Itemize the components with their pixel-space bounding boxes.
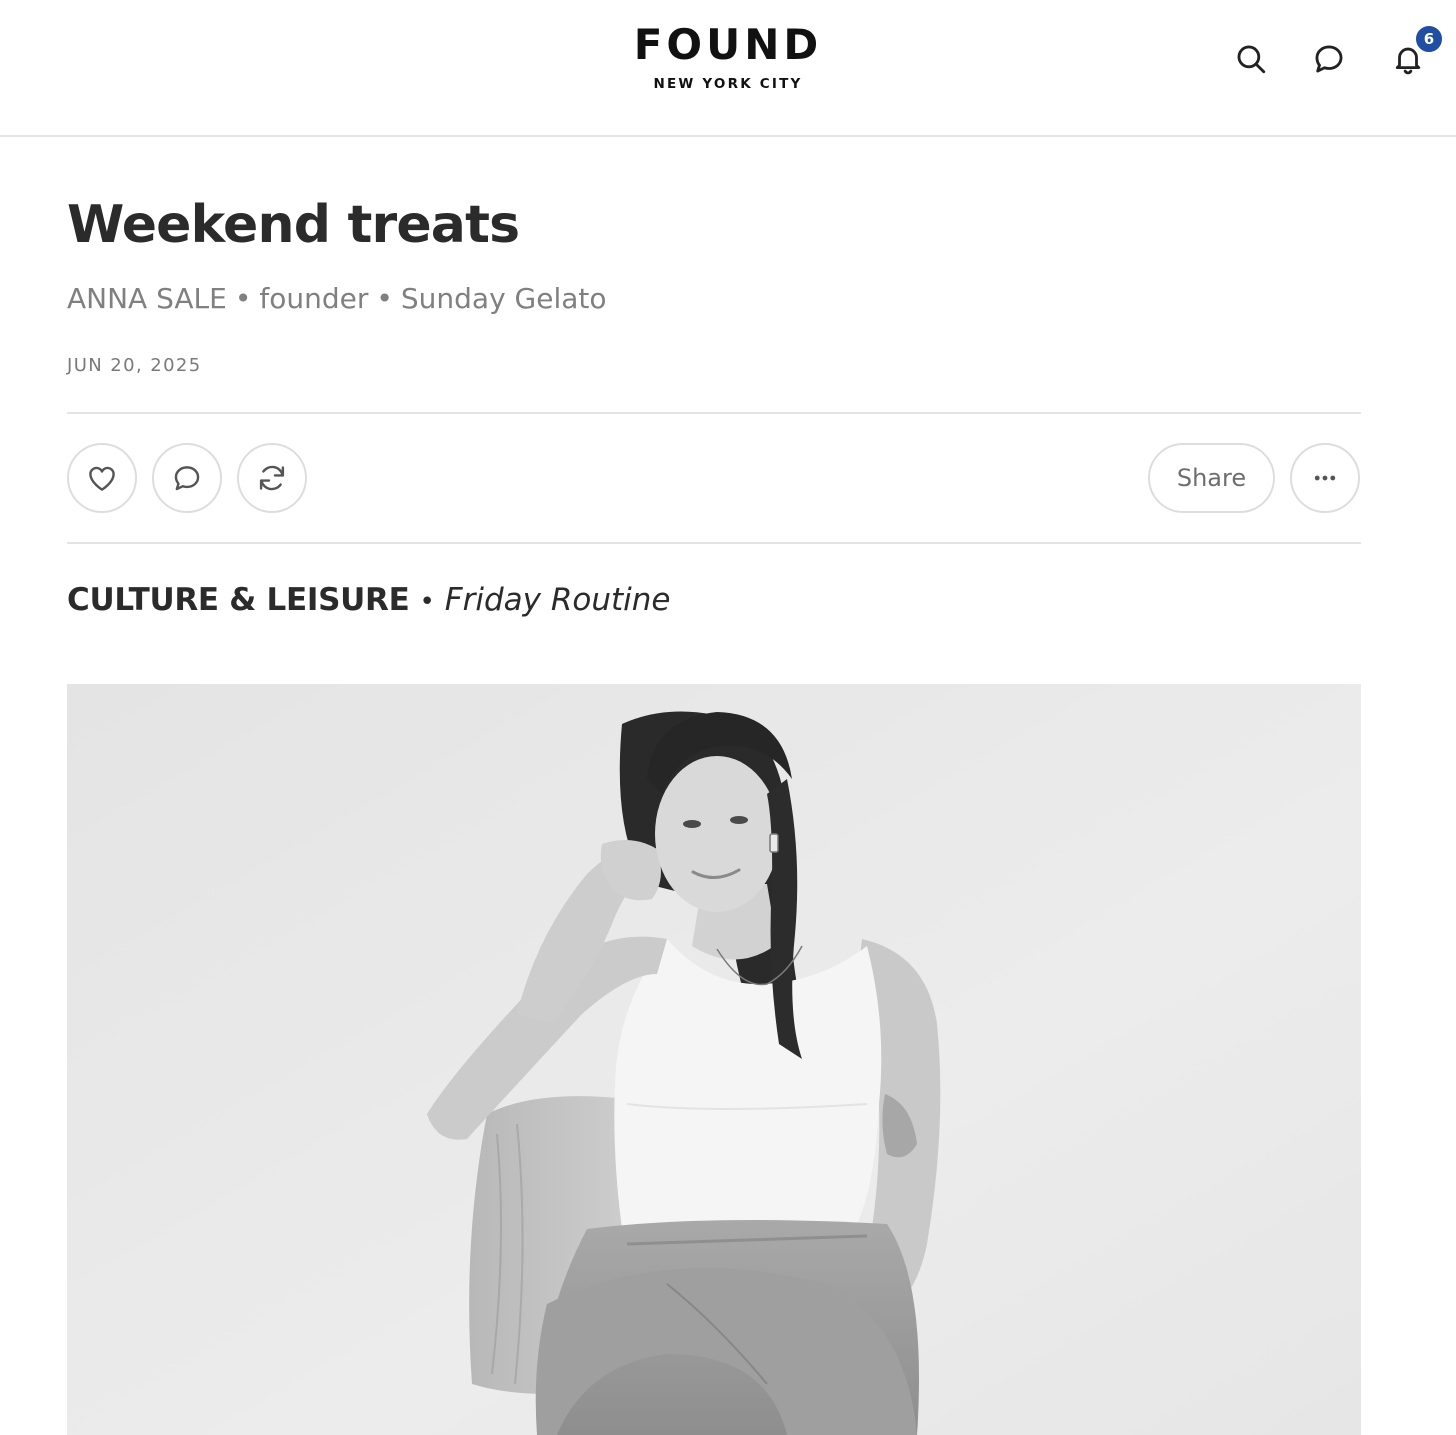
byline: ANNA SALE • founder • Sunday Gelato (67, 280, 607, 318)
restack-button[interactable] (237, 443, 307, 513)
search-button[interactable] (1232, 40, 1270, 78)
category-label[interactable]: CULTURE & LEISURE (67, 582, 410, 618)
divider (67, 542, 1361, 544)
share-button[interactable]: Share (1148, 443, 1275, 513)
category-line: CULTURE & LEISURE • Friday Routine (67, 580, 671, 622)
article-title: Weekend treats (67, 195, 520, 255)
comment-icon (174, 466, 200, 491)
notification-badge[interactable]: 6 (1414, 24, 1444, 54)
more-options-button[interactable] (1290, 443, 1360, 513)
hero-image (67, 684, 1361, 1435)
brand-subtitle: NEW YORK CITY (653, 76, 803, 92)
search-icon (1237, 45, 1266, 74)
separator-dot: • (419, 587, 435, 617)
heart-icon (89, 466, 115, 491)
author-name[interactable]: ANNA SALE (67, 282, 227, 315)
portrait-photo (67, 684, 1361, 1435)
author-company[interactable]: Sunday Gelato (401, 282, 607, 315)
divider (67, 412, 1361, 414)
chat-icon (1315, 45, 1343, 73)
comment-button[interactable] (152, 443, 222, 513)
separator-dot: • (376, 282, 393, 315)
chat-button[interactable] (1310, 40, 1348, 78)
series-label[interactable]: Friday Routine (445, 582, 671, 618)
author-role: founder (259, 282, 369, 315)
more-icon (1314, 475, 1336, 481)
like-button[interactable] (67, 443, 137, 513)
publish-date: JUN 20, 2025 (67, 355, 202, 376)
restack-icon (259, 465, 285, 491)
separator-dot: • (234, 282, 252, 315)
top-bar: FOUND NEW YORK CITY 6 (0, 0, 1456, 137)
